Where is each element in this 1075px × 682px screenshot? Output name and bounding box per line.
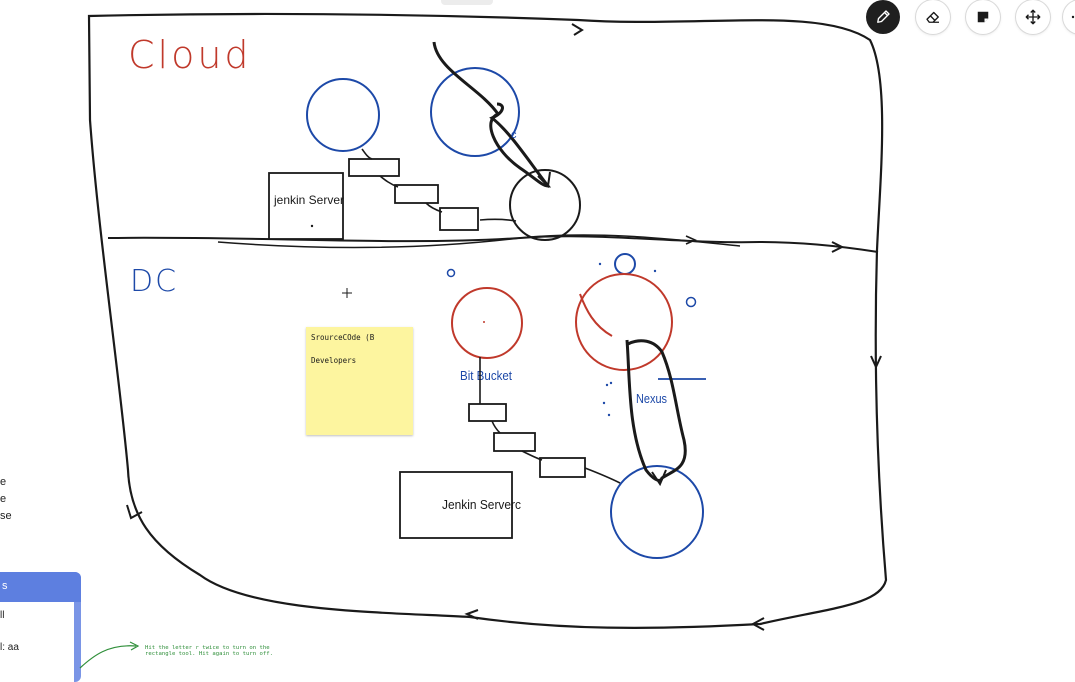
sticky-note-line-2: Developers — [311, 356, 357, 365]
bitbucket-label: Bit Bucket — [460, 369, 512, 383]
crosshair-cursor — [342, 288, 352, 298]
pen-tool-button[interactable] — [866, 0, 900, 34]
shortcut-panel-body: ll l: aa — [0, 602, 74, 682]
arrowhead-top — [571, 23, 584, 36]
dc-flow-line-2 — [491, 420, 501, 434]
bitbucket-circle — [451, 287, 523, 359]
bitbucket-center-dot — [483, 321, 485, 323]
dot-blue-1 — [446, 268, 456, 278]
nexus-red-scribble — [579, 293, 613, 337]
dc-label: DC — [130, 264, 178, 299]
hint-arrow — [79, 641, 140, 669]
cloud-repo-circle — [430, 67, 520, 157]
dot-blue-3 — [685, 296, 697, 308]
cloud-flow-line-4 — [479, 218, 517, 222]
cloud-step-box-3 — [439, 207, 479, 231]
dot-blue-6 — [605, 383, 609, 387]
divider-line — [107, 235, 879, 253]
left-snippet-2: e — [0, 493, 7, 505]
cloud-step-box-2 — [394, 184, 439, 204]
left-clipped-text: e e se — [0, 474, 12, 525]
move-icon — [1025, 9, 1041, 25]
cloud-flow-line-1 — [361, 148, 373, 160]
eraser-icon — [926, 11, 939, 23]
dc-step-box-1 — [468, 403, 507, 422]
nexus-label: Nexus — [636, 392, 667, 406]
dot-blue-7 — [609, 381, 613, 385]
cloud-bold-loop — [432, 41, 552, 188]
sticky-note-line-1: SrourceCOde (B — [311, 333, 375, 342]
dot-blue-8 — [602, 401, 606, 405]
dot-blue-2 — [614, 253, 636, 275]
nexus-circle — [575, 273, 673, 371]
left-snippet-1: e — [0, 476, 7, 488]
move-tool-button[interactable] — [1016, 0, 1050, 34]
shortcut-row-1: ll — [0, 610, 5, 621]
cloud-jenkins-label: jenkin Server — [273, 193, 344, 207]
sticky-note[interactable]: SrourceCOde (B Developers — [306, 327, 413, 435]
dc-step-box-3 — [539, 457, 586, 478]
rectangle-tool-hint: Hit the letter r twice to turn on the re… — [145, 645, 273, 658]
cloud-source-circle — [306, 78, 380, 152]
shortcut-row-2: l: aa — [0, 642, 19, 653]
dc-flow-line-4 — [584, 467, 621, 484]
more-icon — [1071, 15, 1075, 19]
pen-icon — [877, 10, 890, 23]
dot-blue-5 — [653, 269, 657, 273]
sticky-note-tool-button[interactable] — [966, 0, 1000, 34]
dc-bold-loop — [625, 339, 687, 482]
sticky-note-icon — [977, 11, 989, 23]
whiteboard-canvas[interactable]: Cloud jenkin Server c DC Bit Bucket Nexu… — [0, 0, 1075, 668]
eraser-tool-button[interactable] — [916, 0, 950, 34]
cloud-jenkins-dot — [310, 224, 314, 228]
left-snippet-3: se — [0, 510, 12, 522]
shortcut-panel-header: s — [0, 572, 81, 602]
cloud-flow-line-2 — [379, 175, 399, 188]
dot-blue-4 — [598, 262, 602, 266]
cloud-label: Cloud — [128, 33, 252, 77]
dot-blue-9 — [607, 413, 611, 417]
dc-step-box-2 — [493, 432, 536, 452]
shortcut-panel: s ll l: aa — [0, 572, 81, 682]
dc-flow-line-3 — [521, 450, 543, 461]
cloud-step-box-1 — [348, 158, 400, 177]
cloud-repo-partial-label: c — [511, 129, 517, 141]
dc-jenkins-label: Jenkin Serverc — [442, 497, 521, 512]
